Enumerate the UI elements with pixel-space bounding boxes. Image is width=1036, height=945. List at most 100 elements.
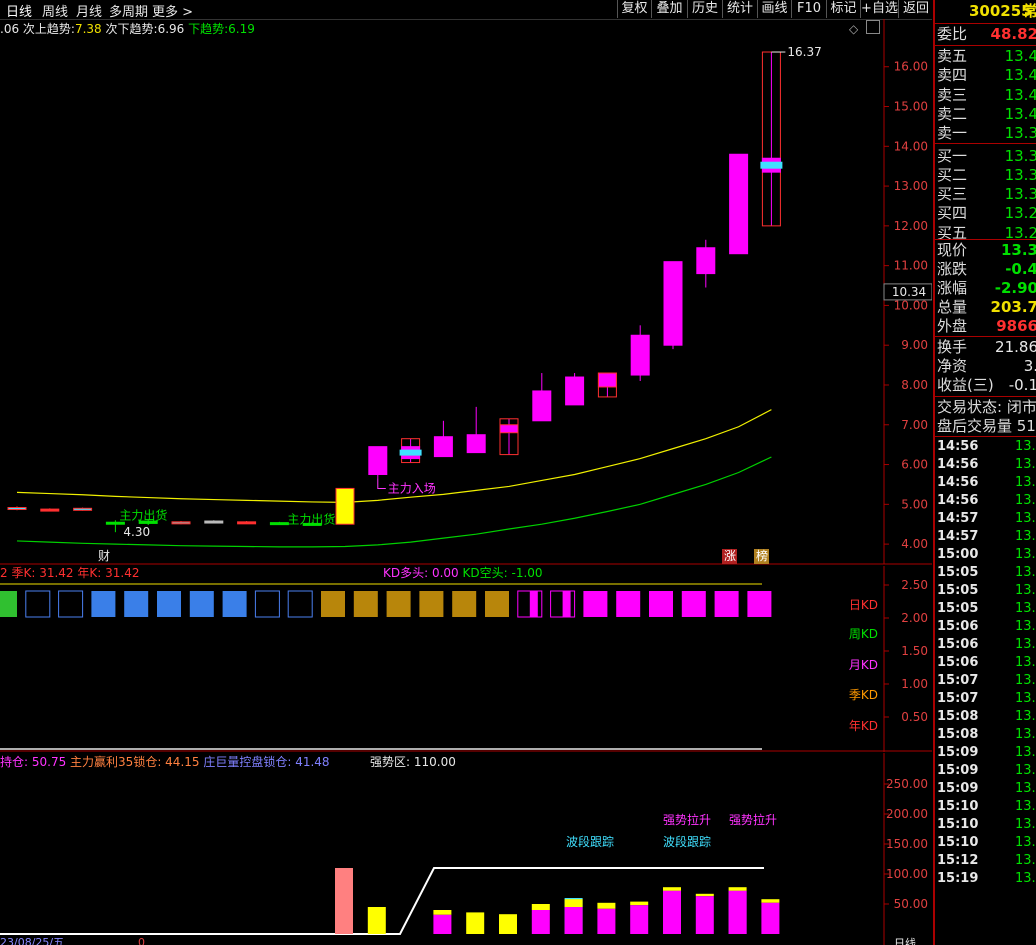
kd-cell	[58, 590, 84, 618]
quote-value: 13.3	[1004, 146, 1036, 165]
stat2-row: 换手 21.86	[937, 338, 1036, 357]
y-tick-label: 150.00	[886, 837, 928, 851]
kd-chart: 2.50 2.00 1.50 1.00 0.50 日KD 周KD 月KD 季KD 年KD	[0, 566, 932, 752]
current-price-value: 10.34	[892, 285, 926, 299]
statistics-button[interactable]: 统计	[722, 0, 757, 18]
kd-cell-fill	[529, 591, 538, 617]
weibi-value: 48.82	[990, 25, 1036, 43]
tick-price: 13.4	[1015, 439, 1036, 454]
quote-value: 13.3	[1004, 185, 1036, 204]
kd-cell	[189, 591, 214, 617]
fuquan-button[interactable]: 复权	[617, 0, 651, 18]
tick-time: 15:05	[937, 583, 979, 598]
tick-row: 14:56 13.4	[937, 492, 1036, 510]
y-tick-label: 0.50	[901, 710, 928, 724]
y-tick-label: 10.00	[894, 298, 928, 312]
position-bar-yellow	[761, 899, 780, 903]
position-bar-magenta	[728, 890, 747, 934]
y-tick-label: 100.00	[886, 867, 928, 881]
candle-body	[105, 521, 125, 525]
overlay-button[interactable]: 叠加	[651, 0, 687, 18]
tick-price: 13.3	[1015, 637, 1036, 652]
candle-body	[237, 521, 257, 525]
add-favorite-button[interactable]: +自选	[860, 0, 898, 18]
quote-label: 买二	[937, 165, 968, 184]
quote-value: 13.3	[1004, 124, 1036, 143]
weibi-row: 委比 48.82	[937, 25, 1036, 44]
quote-label: 卖四	[937, 66, 968, 85]
tab-weekly[interactable]: 周线	[42, 1, 68, 20]
candle-body	[204, 520, 224, 524]
candle-body	[433, 436, 453, 458]
candle-body	[171, 521, 191, 525]
quote-row: 买一 13.3	[937, 147, 1036, 166]
tick-row: 15:08 13.3	[937, 726, 1036, 744]
tick-row: 14:57 13.3	[937, 510, 1036, 528]
y-tick-label: 12.00	[894, 219, 928, 233]
quote-label: 买一	[937, 146, 968, 165]
stat-row: 现价 13.3	[937, 241, 1036, 260]
quote-row: 卖一 13.3	[937, 124, 1036, 143]
tick-price: 13.3	[1015, 781, 1036, 796]
f10-button[interactable]: F10	[791, 0, 826, 18]
mark-button[interactable]: 标记	[826, 0, 860, 18]
position-bar-magenta	[695, 896, 714, 934]
tick-price: 13.3	[1015, 745, 1036, 760]
stat-label: 外盘	[937, 317, 968, 335]
quote-row: 买二 13.3	[937, 166, 1036, 185]
wave-tracking-label-1: 波段跟踪	[566, 834, 614, 849]
stat-value: -0.4	[1005, 260, 1036, 278]
kd-cell	[616, 591, 641, 617]
stat-value: -2.90	[994, 279, 1036, 297]
stat-row: 涨跌 -0.4	[937, 260, 1036, 279]
candle-body	[7, 507, 27, 511]
stat-label: 收益(三)	[937, 376, 994, 394]
trade-status: 交易状态: 闭市	[937, 398, 1036, 416]
y-tick-label: 5.00	[901, 497, 928, 511]
entry-pointer	[377, 478, 386, 489]
stat-value: -0.1	[1008, 376, 1036, 394]
stat-row: 涨幅 -2.90	[937, 279, 1036, 298]
y-tick-label: 2.50	[901, 578, 928, 592]
tick-price: 13.3	[1015, 529, 1036, 544]
history-button[interactable]: 历史	[687, 0, 722, 18]
y-tick-label: 14.00	[894, 139, 928, 153]
tick-time: 15:00	[937, 547, 979, 562]
quote-label: 买四	[937, 204, 968, 223]
tick-time: 15:08	[937, 727, 979, 742]
tick-time: 15:05	[937, 565, 979, 580]
tick-price: 13.3	[1015, 727, 1036, 742]
tick-price: 13.3	[1015, 601, 1036, 616]
tick-row: 15:10 13.3	[937, 834, 1036, 852]
wave-tracking-label-2: 波段跟踪	[663, 834, 711, 849]
tick-price: 13.4	[1015, 475, 1036, 490]
candlestick-chart: 16.00 15.00 14.00 13.00 12.00 11.00 10.00 9.00 8…	[0, 19, 932, 565]
back-button[interactable]: 返回	[898, 0, 933, 18]
stat-row: 总量 203.7	[937, 298, 1036, 317]
tick-row: 15:07 13.3	[937, 672, 1036, 690]
position-bar-yellow	[663, 887, 681, 891]
draw-line-button[interactable]: 画线	[757, 0, 791, 18]
candle-body	[499, 424, 519, 434]
quote-row: 卖四 13.4	[937, 66, 1036, 85]
stat-value: 9866	[996, 317, 1036, 335]
tick-row: 15:09 13.3	[937, 780, 1036, 798]
tab-multi-period[interactable]: 多周期	[109, 1, 148, 20]
tick-time: 14:56	[937, 457, 979, 472]
tab-monthly[interactable]: 月线	[76, 1, 102, 20]
kd-cell	[485, 591, 509, 617]
y-tick-label: 2.00	[901, 611, 928, 625]
tick-time: 15:10	[937, 835, 979, 850]
candle-body	[73, 507, 93, 511]
stat-row: 外盘 9866	[937, 317, 1036, 336]
stat-value: 21.86	[995, 338, 1036, 356]
y-tick-label: 8.00	[901, 378, 928, 392]
tick-row: 15:09 13.3	[937, 744, 1036, 762]
tab-more[interactable]: 更多 >	[152, 1, 193, 20]
quote-label: 卖五	[937, 47, 968, 65]
tab-daily[interactable]: 日线	[6, 1, 32, 20]
tick-row: 15:06 13.3	[937, 618, 1036, 636]
quote-value: 13.4	[1004, 85, 1036, 104]
tick-time: 15:05	[937, 601, 979, 616]
period-footer: 日线	[894, 936, 916, 945]
